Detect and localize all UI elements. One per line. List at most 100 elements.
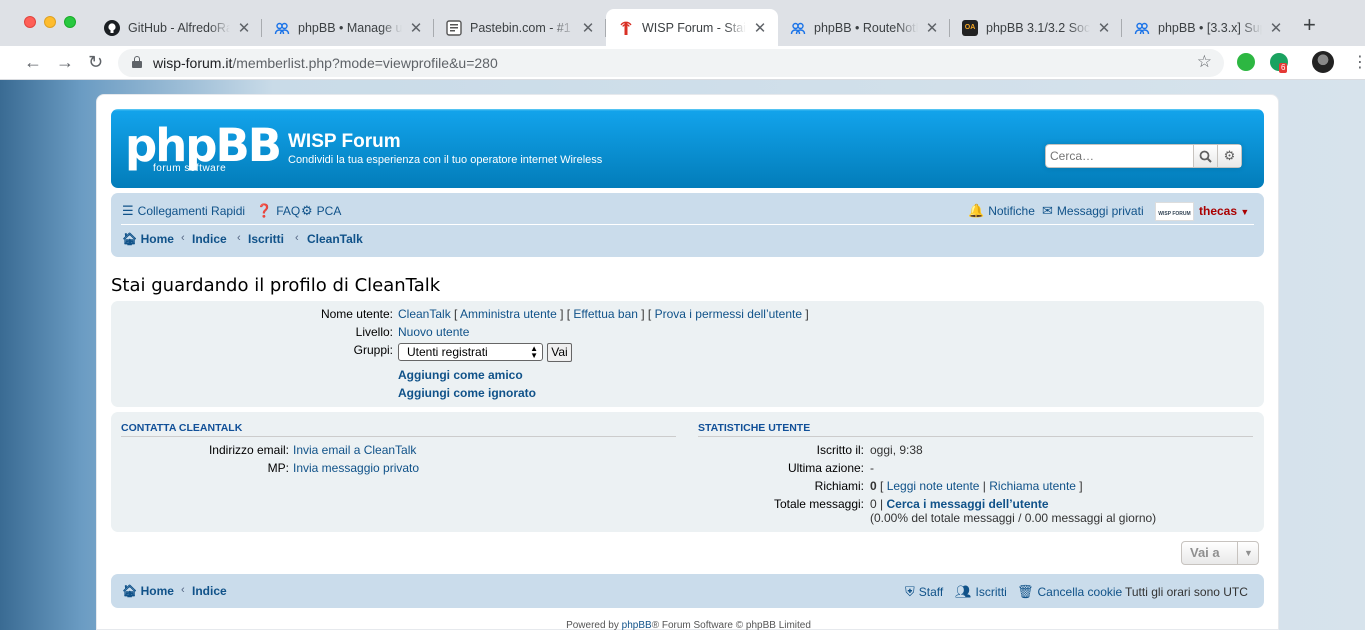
breadcrumb-members[interactable]: Iscritti xyxy=(248,232,284,246)
select-arrows-icon: ▲ ▼ xyxy=(530,344,538,360)
add-friend-link[interactable]: Aggiungi come amico xyxy=(398,368,523,382)
add-foe-link[interactable]: Aggiungi come ignorato xyxy=(398,386,536,400)
user-avatar[interactable]: WISP FORUM xyxy=(1155,202,1194,221)
footer-home-link[interactable]: 🏠︎ Home xyxy=(122,584,174,598)
address-bar[interactable]: wisp-forum.it/memberlist.php?mode=viewpr… xyxy=(118,49,1224,77)
browser-tab-pastebin[interactable]: Pastebin.com - #1 paste ✕ xyxy=(434,9,606,46)
tab-close-icon[interactable]: ✕ xyxy=(752,19,768,37)
read-notes-link[interactable]: Leggi note utente xyxy=(887,479,980,493)
breadcrumb-index[interactable]: Indice xyxy=(192,232,227,246)
ucp-link[interactable]: ⚙ PCA xyxy=(301,203,341,219)
go-button[interactable]: Vai xyxy=(547,343,572,362)
browser-tab-phpbb-route[interactable]: phpBB • RouteNotFound ✕ xyxy=(778,9,950,46)
window-zoom-button[interactable] xyxy=(64,16,76,28)
notifications-link[interactable]: 🔔 Notifiche xyxy=(968,203,1035,219)
phpbb-people-icon xyxy=(274,20,290,36)
users-icon: 👥︎ xyxy=(955,584,972,599)
extension-grammarly-icon[interactable]: 6 xyxy=(1270,53,1288,73)
wisp-forum-icon xyxy=(618,20,634,36)
tab-close-icon[interactable]: ✕ xyxy=(408,19,424,37)
delete-cookies-link[interactable]: 🗑︎ Cancella cookie xyxy=(1017,584,1122,600)
warn-user-link[interactable]: Richiama utente xyxy=(989,479,1076,493)
browser-tab-phpbb-manage[interactable]: phpBB • Manage users ✕ xyxy=(262,9,434,46)
browser-toolbar: ← → ↻ wisp-forum.it/memberlist.php?mode=… xyxy=(0,46,1365,80)
username-menu[interactable]: thecas ▼ xyxy=(1199,204,1249,218)
bookmark-star-icon[interactable]: ☆ xyxy=(1197,52,1212,72)
breadcrumb-cleantalk[interactable]: CleanTalk xyxy=(307,232,363,246)
joined-label: Iscritto il: xyxy=(816,443,864,457)
footer-index-link[interactable]: Indice xyxy=(192,584,227,598)
username-value: CleanTalk xyxy=(398,307,451,321)
advanced-search-button[interactable]: ⚙ xyxy=(1218,144,1242,168)
warnings-label: Richiami: xyxy=(814,479,864,493)
inbox-icon: ✉ xyxy=(1042,203,1053,218)
private-messages-link[interactable]: ✉ Messaggi privati xyxy=(1042,203,1144,219)
faq-link[interactable]: ❓ FAQ xyxy=(256,203,300,219)
search-icon xyxy=(1199,150,1212,163)
search-button[interactable] xyxy=(1194,144,1218,168)
extension-thumb-icon[interactable] xyxy=(1237,53,1255,71)
pm-link[interactable]: Invia messaggio privato xyxy=(293,461,419,475)
pastebin-icon xyxy=(446,19,462,36)
breadcrumb-home[interactable]: 🏠︎ Home xyxy=(122,232,174,246)
email-link[interactable]: Invia email a CleanTalk xyxy=(293,443,416,457)
email-label: Indirizzo email: xyxy=(208,443,289,457)
reload-icon[interactable]: ↻ xyxy=(88,51,103,73)
breadcrumb-separator: ‹ xyxy=(181,232,185,244)
details-panel: CONTATTA CLEANTALK Indirizzo email: Invi… xyxy=(111,412,1264,532)
tab-title: Pastebin.com - #1 paste xyxy=(470,20,574,35)
phpbb-logo[interactable]: phpBB forum software xyxy=(125,123,282,175)
github-icon xyxy=(104,19,120,36)
tab-close-icon[interactable]: ✕ xyxy=(924,19,940,37)
lock-icon xyxy=(132,56,142,68)
tab-title: GitHub - AlfredoRamos xyxy=(128,20,230,35)
quick-links-menu[interactable]: ☰ Collegamenti Rapidi xyxy=(122,203,245,219)
test-permissions-link[interactable]: Prova i permessi dell’utente xyxy=(655,307,802,321)
tab-close-icon[interactable]: ✕ xyxy=(1268,19,1284,37)
profile-avatar[interactable] xyxy=(1312,51,1334,73)
warnings-row: 0 [ Leggi note utente | Richiama utente … xyxy=(870,479,1083,493)
breadcrumb-separator: ‹ xyxy=(295,232,299,244)
profile-panel: Nome utente: CleanTalk [ Amministra uten… xyxy=(111,301,1264,407)
groups-select[interactable]: Utenti registrati ▲ ▼ xyxy=(398,343,543,361)
total-posts-label: Totale messaggi: xyxy=(773,497,864,511)
tab-title: phpBB • Manage users xyxy=(298,20,402,35)
caret-down-icon: ▼ xyxy=(1237,542,1259,564)
breadcrumb-separator: ‹ xyxy=(237,232,241,244)
members-link[interactable]: 👥︎ Iscritti xyxy=(955,584,1007,600)
trash-icon: 🗑︎ xyxy=(1017,584,1034,599)
site-title: WISP Forum xyxy=(288,131,401,152)
ban-user-link[interactable]: Effettua ban xyxy=(573,307,638,321)
new-tab-icon[interactable]: + xyxy=(1303,14,1316,36)
phpbb-people-icon xyxy=(790,20,806,36)
forward-arrow-icon[interactable]: → xyxy=(56,51,74,73)
back-arrow-icon[interactable]: ← xyxy=(24,51,42,73)
shield-icon: ⛨ xyxy=(905,584,915,599)
page-title: Stai guardando il profilo di CleanTalk xyxy=(111,275,441,296)
joined-value: oggi, 9:38 xyxy=(870,443,923,457)
tab-close-icon[interactable]: ✕ xyxy=(236,19,252,37)
more-menu-icon[interactable]: ⋮ xyxy=(1352,52,1365,72)
window-close-button[interactable] xyxy=(24,16,36,28)
browser-tab-strip: GitHub - AlfredoRamos ✕ phpBB • Manage u… xyxy=(0,0,1365,46)
search-posts-link[interactable]: Cerca i messaggi dell’utente xyxy=(886,497,1048,511)
admin-user-link[interactable]: Amministra utente xyxy=(460,307,557,321)
tab-title: phpBB 3.1/3.2 Social xyxy=(986,20,1090,35)
browser-tab-wisp-forum[interactable]: WISP Forum - Stai guardando ✕ xyxy=(606,9,778,46)
phpbb-link[interactable]: phpBB xyxy=(622,620,652,630)
browser-tab-github[interactable]: GitHub - AlfredoRamos ✕ xyxy=(92,9,262,46)
search-input[interactable] xyxy=(1045,144,1194,168)
footer-navbar: 🏠︎ Home ‹ Indice ⛨ Staff 👥︎ Iscritti 🗑︎ Can… xyxy=(111,574,1264,608)
tab-close-icon[interactable]: ✕ xyxy=(1096,19,1112,37)
jumpbox-button[interactable]: Vai a ▼ xyxy=(1181,541,1259,565)
home-icon: 🏠︎ xyxy=(122,232,138,246)
browser-tab-phpbb-support[interactable]: phpBB • [3.3.x] Support ✕ xyxy=(1122,9,1294,46)
browser-tab-phpbb-social[interactable]: OA phpBB 3.1/3.2 Social ✕ xyxy=(950,9,1122,46)
extension-icon: OA xyxy=(962,19,978,36)
tab-close-icon[interactable]: ✕ xyxy=(580,19,596,37)
copyright: Powered by phpBB® Forum Software © phpBB… xyxy=(566,620,811,630)
site-header: phpBB forum software WISP Forum Condivid… xyxy=(111,109,1264,188)
staff-link[interactable]: ⛨ Staff xyxy=(905,584,943,600)
window-minimize-button[interactable] xyxy=(44,16,56,28)
posts-detail: (0.00% del totale messaggi / 0.00 messag… xyxy=(870,511,1157,525)
